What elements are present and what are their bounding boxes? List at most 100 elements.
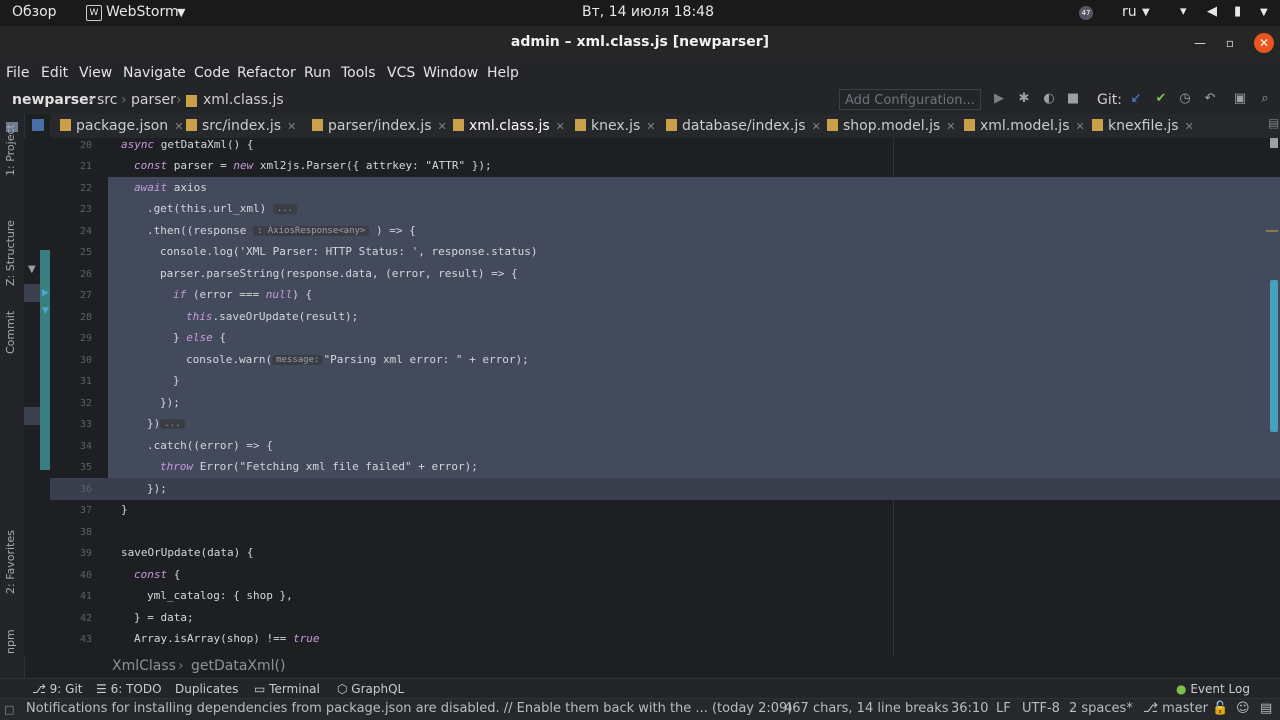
recent-files-icon[interactable] [32,119,44,131]
wifi-icon[interactable]: ▾ [1180,4,1187,19]
line-number: 24 [79,226,92,237]
chevron-down-icon[interactable]: ▼ [1142,7,1150,18]
indent-setting[interactable]: 2 spaces* [1069,701,1133,716]
git-branch[interactable]: ⎇ master [1143,701,1208,716]
maximize-icon[interactable]: ▫ [1222,35,1238,51]
collapse-icon[interactable]: ▼ [28,264,36,275]
code-line: if (error === null) { [173,288,313,301]
activities-button[interactable]: Обзор [12,4,57,20]
expand-icon[interactable]: ▶ [42,288,49,298]
collapse-icon[interactable]: ▼ [42,306,49,316]
code-line: console.warn(message: "Parsing xml error:… [186,353,529,366]
tool-git[interactable]: ⎇ 9: Git [32,682,83,696]
add-configuration-button[interactable]: Add Configuration... [839,89,981,110]
battery-icon[interactable]: ▮ [1234,4,1241,19]
inspection-indicator-icon[interactable] [1270,138,1278,148]
menu-edit[interactable]: Edit [41,65,68,81]
close-tab-icon[interactable]: ✕ [438,120,447,133]
memory-indicator-icon[interactable]: ▤ [1260,701,1272,716]
git-commit-icon[interactable]: ✔ [1153,91,1169,107]
tab-database-index[interactable]: database/index.js ✕ [666,114,821,138]
close-tab-icon[interactable]: ✕ [556,120,565,133]
tool-terminal[interactable]: ▭ Terminal [254,682,320,696]
close-tab-icon[interactable]: ✕ [1076,120,1085,133]
inspector-icon[interactable]: ☺ [1236,701,1250,716]
tab-xml-class[interactable]: xml.class.js ✕ [453,114,565,140]
tool-window-npm[interactable]: npm [4,629,17,654]
nav-dir-parser[interactable]: parser [131,92,176,108]
chevron-down-icon[interactable]: ▼ [177,6,185,19]
coverage-icon[interactable]: ◐ [1041,91,1057,107]
close-tab-icon[interactable]: ✕ [646,120,655,133]
presentation-icon[interactable]: ▣ [1232,91,1248,107]
tab-parser-index[interactable]: parser/index.js ✕ [312,114,447,138]
debug-icon[interactable]: ✱ [1016,91,1032,107]
tab-knexfile[interactable]: knexfile.js ✕ [1092,114,1194,138]
tab-src-index[interactable]: src/index.js ✕ [186,114,296,138]
menu-code[interactable]: Code [194,65,230,81]
menu-file[interactable]: File [6,65,29,81]
scrollbar-thumb[interactable] [1270,280,1278,432]
menu-help[interactable]: Help [487,65,519,81]
git-update-icon[interactable]: ↙ [1128,91,1144,107]
code-editor[interactable]: ▼ ▶ ▼ 20 21 22 23 24 25 26 27 28 29 30 3… [24,138,1280,656]
close-tab-icon[interactable]: ✕ [1185,120,1194,133]
tray-badge-icon[interactable]: 47 [1079,6,1093,20]
menu-view[interactable]: View [79,65,112,81]
menu-vcs[interactable]: VCS [387,65,415,81]
nav-dir-src[interactable]: src [97,92,117,108]
menu-navigate[interactable]: Navigate [123,65,186,81]
file-encoding[interactable]: UTF-8 [1022,701,1060,716]
close-tab-icon[interactable]: ✕ [946,120,955,133]
close-tab-icon[interactable]: ✕ [174,120,183,133]
fold-marker[interactable] [24,284,40,302]
tab-package-json[interactable]: package.json ✕ [60,114,183,138]
tool-event-log[interactable]: ● Event Log [1176,682,1250,696]
menu-run[interactable]: Run [304,65,331,81]
menu-tools[interactable]: Tools [341,65,376,81]
folded-code-hint[interactable]: ... [272,204,298,214]
status-message[interactable]: Notifications for installing dependencie… [26,701,792,716]
clock[interactable]: Вт, 14 июля 18:48 [582,4,714,20]
tool-window-structure[interactable]: Z: Structure [4,220,17,286]
fold-marker[interactable] [24,407,40,425]
caret-position[interactable]: 36:10 [951,701,988,716]
keyboard-layout[interactable]: ru [1122,4,1137,20]
close-tab-icon[interactable]: ✕ [287,120,296,133]
crumb-class[interactable]: XmlClass [112,658,176,674]
tab-xml-model[interactable]: xml.model.js ✕ [964,114,1085,138]
run-icon[interactable]: ▶ [991,91,1007,107]
nav-project[interactable]: newparser [12,92,96,108]
history-icon[interactable]: ◷ [1177,91,1193,107]
tool-window-favorites[interactable]: 2: Favorites [4,530,17,594]
menu-refactor[interactable]: Refactor [237,65,296,81]
close-icon[interactable]: ✕ [1254,33,1274,53]
tool-graphql[interactable]: ⬡ GraphQL [337,682,404,696]
app-menu-label[interactable]: WebStorm [106,4,179,20]
chevron-down-icon[interactable]: ▼ [1260,7,1268,18]
error-stripe-marker[interactable] [1266,230,1278,232]
tool-todo[interactable]: ☰ 6: TODO [96,682,162,696]
tab-knex[interactable]: knex.js ✕ [575,114,656,138]
status-toggle-icon[interactable]: □ [4,703,14,716]
minimize-icon[interactable]: — [1192,35,1208,51]
menu-window[interactable]: Window [423,65,478,81]
tool-window-commit[interactable]: Commit [4,311,17,354]
tool-duplicates[interactable]: Duplicates [175,682,238,696]
vcs-change-marker[interactable] [40,250,50,470]
crumb-method[interactable]: getDataXml() [191,658,285,674]
search-icon[interactable]: ⌕ [1257,91,1273,107]
folded-code-hint[interactable]: ... [160,419,185,429]
tab-shop-model[interactable]: shop.model.js ✕ [827,114,956,138]
tab-list-icon[interactable]: ▤ [1268,116,1279,130]
nav-file[interactable]: xml.class.js [203,92,284,108]
close-tab-icon[interactable]: ✕ [812,120,821,133]
code-line: }); [147,482,167,495]
lock-icon[interactable]: 🔓 [1212,701,1228,716]
volume-icon[interactable]: ◀ [1207,4,1217,19]
stop-icon[interactable]: ■ [1065,91,1081,107]
parameter-hint: message: [272,355,324,365]
tool-window-project[interactable]: 1: Project [4,124,17,176]
line-separator[interactable]: LF [996,701,1011,716]
rollback-icon[interactable]: ↶ [1202,91,1218,107]
